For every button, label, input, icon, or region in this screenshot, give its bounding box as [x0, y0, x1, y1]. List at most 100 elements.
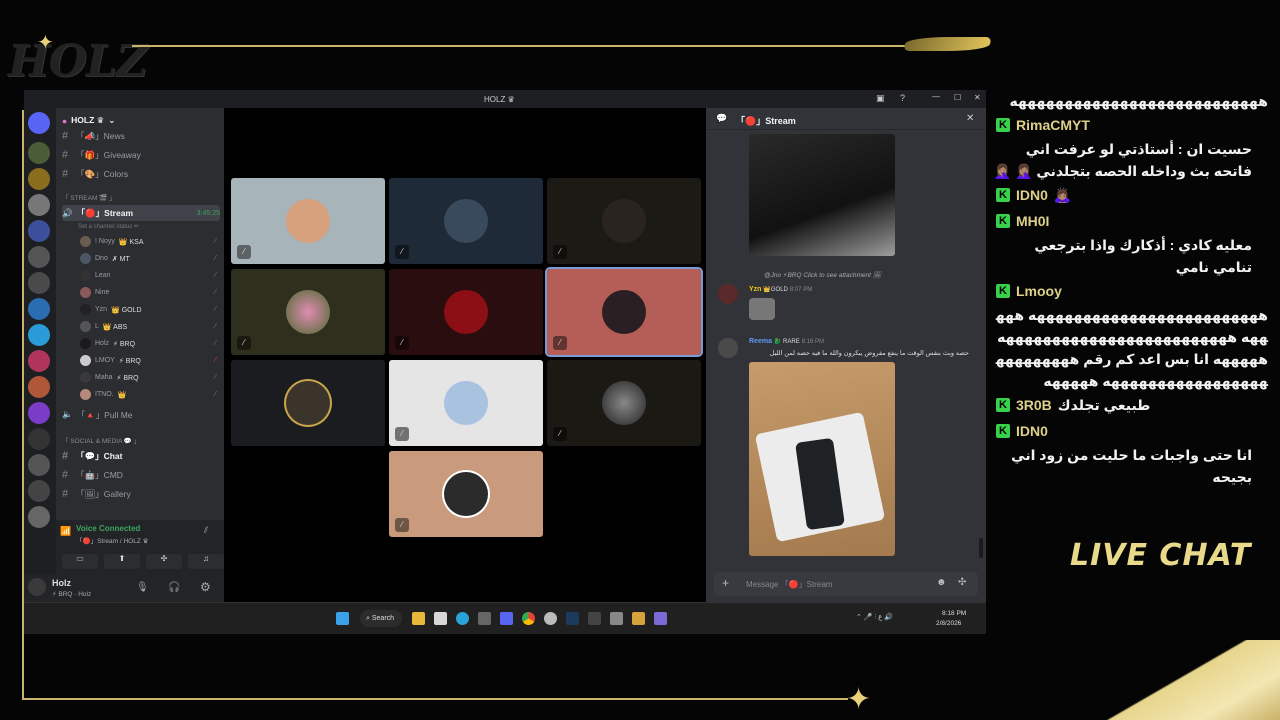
close-button[interactable]: ✕ [974, 93, 981, 102]
voice-user[interactable]: Lean ⁄ [80, 268, 216, 283]
file-explorer-icon[interactable] [412, 612, 425, 625]
app-icon[interactable] [654, 612, 667, 625]
image-attachment[interactable] [749, 362, 895, 556]
video-tile[interactable] [231, 360, 385, 446]
screenshare-button[interactable]: ⬆ [104, 554, 140, 569]
app-icon[interactable] [478, 612, 491, 625]
headphones-icon[interactable]: 🎧 [168, 582, 180, 593]
category-social[interactable]: 「 SOCIAL & MEDIA 💬 」 [62, 431, 220, 448]
activities-button[interactable]: ✣ [146, 554, 182, 569]
channel-pull-me[interactable]: 🔈 「🔺」Pull Me [62, 406, 220, 423]
server-icon[interactable] [28, 350, 50, 372]
server-holz-icon[interactable] [28, 142, 50, 164]
mic-icon[interactable]: 🎙 [136, 582, 149, 593]
steam-icon[interactable] [566, 612, 579, 625]
channel-cmd[interactable]: # 「🤖」CMD [62, 466, 220, 483]
voice-user[interactable]: LMOY ⚡ BRQ ⁄ [80, 353, 216, 368]
voice-user[interactable]: Maha ⚡ BRQ ⁄ [80, 370, 216, 385]
server-icon[interactable] [28, 324, 50, 346]
video-tile[interactable]: ⁄ [231, 178, 385, 264]
app-icon[interactable] [588, 612, 601, 625]
gear-icon[interactable]: ⚙ [200, 580, 211, 594]
server-icon[interactable] [28, 168, 50, 190]
inbox-icon[interactable]: ▣ [876, 93, 885, 104]
channel-chat[interactable]: # 「💬」Chat [62, 447, 220, 464]
channel-stream[interactable]: 🔊 「🔴」Stream 3:45:25 [62, 205, 220, 221]
live-chat-message-text: 🙇🏽‍♀️ [1053, 186, 1072, 203]
video-tile[interactable]: ⁄ [547, 178, 701, 264]
server-icon[interactable] [28, 272, 50, 294]
help-icon[interactable]: ? [900, 93, 905, 103]
voice-user[interactable]: Nine ⁄ [80, 285, 216, 300]
server-icon[interactable] [28, 428, 50, 450]
channel-giveaway[interactable]: # 「🎁」Giveaway [62, 146, 220, 163]
speaker-icon: 🔊 [62, 207, 73, 218]
taskbar-date[interactable]: 2/8/2026 [936, 620, 961, 627]
server-icon[interactable] [28, 298, 50, 320]
minimize-button[interactable]: — [932, 92, 940, 101]
message-author[interactable]: Reema [749, 338, 772, 345]
server-icon[interactable] [28, 454, 50, 476]
close-icon[interactable]: ✕ [966, 113, 974, 124]
category-stream[interactable]: 「 STREAM 🎬 」 [62, 188, 220, 205]
voice-user[interactable]: Yzn 👑 GOLD ⁄ [80, 302, 216, 317]
muted-mic-icon: ⁄ [214, 289, 216, 296]
live-chat-message-text: حسيت ان : أستاذتي لو عرفت اني فاتحه بث و… [993, 141, 1252, 179]
app-icon[interactable] [610, 612, 623, 625]
message-author[interactable]: Yzn [749, 286, 761, 293]
channel-colors[interactable]: # 「🎨」Colors [62, 165, 220, 182]
chrome-icon[interactable] [522, 612, 535, 625]
avatar[interactable] [718, 338, 738, 358]
voice-user[interactable]: Dno ✗ MT ⁄ [80, 251, 216, 266]
server-icon[interactable] [28, 376, 50, 398]
soundboard-button[interactable]: ♫ [188, 554, 224, 569]
message-composer[interactable]: + Message 「🔴」Stream ☻ ✣ [714, 572, 978, 596]
video-tile[interactable]: ⁄ [545, 267, 703, 357]
server-icon[interactable] [28, 506, 50, 528]
noise-suppression-icon[interactable]: ⫽ [204, 525, 208, 536]
video-tile[interactable]: ⁄ [547, 360, 701, 446]
server-icon[interactable] [28, 402, 50, 424]
channel-news[interactable]: # 「📣」News [62, 127, 220, 144]
channel-gallery[interactable]: # 「🖼」Gallery [62, 485, 220, 502]
video-tile[interactable]: ⁄ [231, 269, 385, 355]
plus-icon[interactable]: + [722, 576, 729, 590]
apps-icon[interactable]: ✣ [958, 577, 966, 588]
server-icon[interactable] [28, 220, 50, 242]
avatar [286, 199, 330, 243]
camera-button[interactable]: ▭ [62, 554, 98, 569]
server-icon[interactable] [28, 246, 50, 268]
video-tile[interactable]: ⁄ [389, 178, 543, 264]
taskbar-time[interactable]: 8:18 PM [942, 610, 966, 617]
edge-icon[interactable] [456, 612, 469, 625]
emoji-icon[interactable]: ☻ [936, 577, 947, 588]
hash-icon: # [62, 449, 69, 462]
message-input[interactable]: Message 「🔴」Stream [746, 579, 832, 590]
server-icon[interactable] [28, 480, 50, 502]
discord-home-icon[interactable] [28, 112, 50, 134]
image-attachment[interactable] [749, 134, 895, 256]
live-chat-author-row: K RimaCMYT [992, 112, 1272, 138]
avatar[interactable] [718, 284, 738, 304]
app-icon[interactable] [544, 612, 557, 625]
live-chat-author-row: K MH0I [992, 208, 1272, 234]
scrollbar[interactable] [979, 538, 983, 558]
server-icon[interactable] [28, 194, 50, 216]
avatar[interactable] [28, 578, 46, 596]
maximize-button[interactable]: ☐ [954, 93, 961, 102]
voice-user[interactable]: ITNO. 👑 ⁄ [80, 387, 216, 402]
taskbar-search[interactable]: ⌕ Search [360, 610, 402, 627]
voice-user[interactable]: ! Noyy 👑 KSA ⁄ [80, 234, 216, 249]
video-tile[interactable]: ⁄ [389, 451, 543, 537]
video-tile[interactable]: ⁄ [389, 360, 543, 446]
discord-icon[interactable] [500, 612, 513, 625]
video-tile[interactable]: ⁄ [389, 269, 543, 355]
voice-user[interactable]: L 👑 ABS ⁄ [80, 319, 216, 334]
start-icon[interactable] [336, 612, 349, 625]
reply-reference[interactable]: @Jno ⚡BRQ Click to see attachment 🖼 [764, 271, 881, 279]
app-icon[interactable] [632, 612, 645, 625]
system-tray[interactable]: ⌃ 🎤 ⫶ ع 🔊 [856, 613, 893, 622]
channel-status[interactable]: Set a channel status ✏ [78, 220, 220, 232]
store-icon[interactable] [434, 612, 447, 625]
voice-user[interactable]: Holz ⚡ BRQ ⁄ [80, 336, 216, 351]
